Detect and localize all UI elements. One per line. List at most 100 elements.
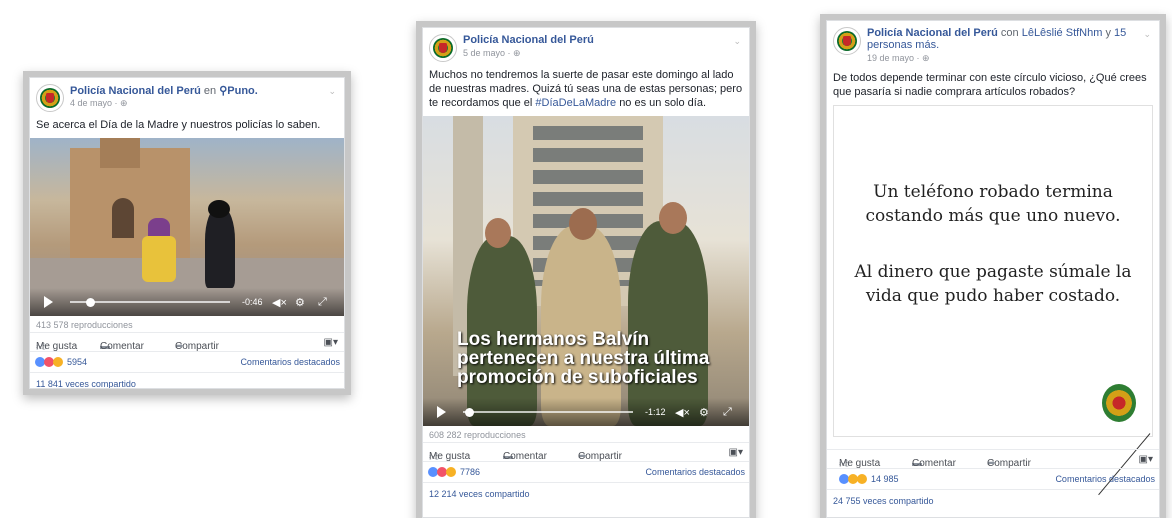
video-policeman-figure [205, 208, 235, 288]
quote-line-4: vida que pudo haber costado. [865, 286, 1121, 306]
page-name-link[interactable]: Policía Nacional del Perú [463, 34, 594, 46]
video-overlay-line-1: Los hermanos Balvín [457, 329, 650, 350]
video-woman-figure [148, 218, 170, 238]
quote-line-1: Un teléfono robado termina [873, 182, 1113, 202]
reactions-bar: 14 985 Comentarios destacados [827, 468, 1159, 489]
post-header: Policía Nacional del Perú 5 de mayo · ⊕ … [423, 28, 749, 66]
post-meta: 5 de mayo · ⊕ [463, 48, 521, 58]
video-progress-track[interactable] [463, 411, 633, 413]
post-date[interactable]: 19 de mayo [867, 53, 914, 63]
featured-comments-dropdown[interactable]: Comentarios destacados [645, 467, 745, 477]
connector-text-2: y [1105, 27, 1111, 39]
featured-comments-dropdown[interactable]: Comentarios destacados [1055, 474, 1155, 484]
video-progress-knob[interactable] [86, 298, 95, 307]
reactions-bar: 5954 Comentarios destacados [30, 351, 344, 372]
video-scene-doorway [112, 198, 134, 238]
video-player[interactable]: Los hermanos Balvín pertenecen a nuestra… [423, 116, 749, 426]
reaction-count[interactable]: 5954 [67, 357, 87, 367]
reactions-bar: 7786 Comentarios destacados [423, 461, 749, 482]
page-name-link[interactable]: Policía Nacional del Perú [70, 85, 201, 97]
post-card-2: Policía Nacional del Perú 5 de mayo · ⊕ … [422, 27, 750, 518]
video-face-left [485, 218, 511, 248]
post-meta: 19 de mayo · ⊕ [867, 53, 930, 63]
image-quote-bottom: Al dinero que pagaste súmale la vida que… [834, 260, 1152, 308]
video-woman-skirt [142, 236, 176, 282]
post-text: Se acerca el Día de la Madre y nuestros … [36, 119, 321, 131]
video-progress-knob[interactable] [465, 408, 474, 417]
wow-reaction-icon [857, 474, 867, 484]
haha-reaction-icon [446, 467, 456, 477]
post-header: Policía Nacional del Perú en ⚲Puno. 4 de… [30, 78, 344, 116]
video-overlay-line-2: pertenecen a nuestra última [457, 348, 710, 369]
quote-line-3: Al dinero que pagaste súmale la [854, 262, 1132, 282]
connector-text: en [203, 85, 217, 97]
action-bar: 👍︎ Me gusta ▬ Comentar ➦ Compartir ▣▾ [827, 449, 1159, 470]
page-name-link[interactable]: Policía Nacional del Perú [867, 27, 998, 39]
post-date[interactable]: 4 de mayo [70, 98, 112, 108]
post-author-line: Policía Nacional del Perú en ⚲Puno. [70, 84, 258, 97]
chevron-down-icon[interactable]: ⌄ [733, 36, 741, 47]
video-time: -1:12 [645, 407, 666, 417]
tagged-user-link[interactable]: LêLêslié StfNhm [1022, 27, 1103, 39]
globe-icon: ⊕ [513, 48, 521, 58]
hashtag-link[interactable]: #DíaDeLaMadre [535, 97, 616, 109]
video-player[interactable]: -0:46 ◀× ⚙ ⤢ [30, 138, 344, 316]
gear-icon[interactable]: ⚙ [699, 406, 709, 419]
video-soldier-right [628, 221, 708, 426]
reaction-count[interactable]: 14 985 [871, 474, 899, 484]
chevron-down-icon[interactable]: ⌄ [328, 86, 336, 97]
fullscreen-icon[interactable]: ⤢ [318, 296, 327, 309]
post-card-1: Policía Nacional del Perú en ⚲Puno. 4 de… [29, 77, 345, 389]
video-policeman-helmet [208, 200, 230, 218]
connector-text: con [1000, 27, 1019, 39]
fullscreen-icon[interactable]: ⤢ [723, 406, 732, 419]
page-avatar[interactable] [429, 34, 457, 62]
share-count[interactable]: 11 841 veces compartido [30, 372, 344, 388]
police-emblem-icon [1102, 384, 1136, 422]
video-overlay-line-3: promoción de suboficiales [457, 367, 698, 388]
video-face-right [659, 202, 687, 234]
post-author-line: Policía Nacional del Perú con LêLêslié S… [867, 27, 1127, 51]
globe-icon: ⊕ [120, 98, 128, 108]
video-face-center [569, 208, 597, 240]
police-shield-icon [843, 36, 851, 46]
page-selector-icon[interactable]: ▣▾ [1139, 454, 1153, 465]
location-link[interactable]: Puno. [227, 85, 258, 97]
post-card-3: Policía Nacional del Perú con LêLêslié S… [826, 20, 1160, 518]
page-selector-icon[interactable]: ▣▾ [324, 337, 338, 348]
page-avatar[interactable] [833, 27, 861, 55]
post-date[interactable]: 5 de mayo [463, 48, 505, 58]
post-body-end: no es un solo día. [619, 97, 707, 109]
featured-comments-dropdown[interactable]: Comentarios destacados [240, 357, 340, 367]
post-meta: 4 de mayo · ⊕ [70, 98, 128, 108]
post-text: De todos depende terminar con este círcu… [833, 72, 1147, 98]
chevron-down-icon[interactable]: ⌄ [1143, 29, 1151, 40]
play-icon[interactable] [437, 406, 446, 418]
action-bar: 👍︎ Me gusta ▬ Comentar ➦ Compartir ▣▾ [30, 332, 344, 353]
police-shield-icon [46, 93, 54, 103]
action-bar: 👍︎ Me gusta ▬ Comentar ➦ Compartir ▣▾ [423, 442, 749, 463]
post-image[interactable]: Un teléfono robado termina costando más … [833, 105, 1153, 496]
video-controls: -1:12 ◀× ⚙ ⤢ [423, 398, 749, 426]
video-time: -0:46 [242, 297, 263, 307]
gear-icon[interactable]: ⚙ [295, 296, 305, 309]
image-quote-top: Un teléfono robado termina costando más … [834, 180, 1152, 228]
share-count[interactable]: 24 755 veces compartido [827, 489, 1159, 512]
quote-line-2: costando más que uno nuevo. [865, 206, 1121, 226]
page-avatar[interactable] [36, 84, 64, 112]
video-officer-center [541, 226, 621, 426]
video-controls: -0:46 ◀× ⚙ ⤢ [30, 288, 344, 316]
share-count[interactable]: 12 214 veces compartido [423, 482, 749, 505]
mute-icon[interactable]: ◀× [272, 296, 287, 309]
view-count: 413 578 reproducciones [36, 320, 133, 330]
reaction-count[interactable]: 7786 [460, 467, 480, 477]
police-shield-icon [439, 43, 447, 53]
post-header: Policía Nacional del Perú con LêLêslié S… [827, 21, 1159, 69]
view-count: 608 282 reproducciones [429, 430, 526, 440]
post-text: Muchos no tendremos la suerte de pasar e… [423, 66, 749, 116]
globe-icon: ⊕ [922, 53, 930, 63]
play-icon[interactable] [44, 296, 53, 308]
mute-icon[interactable]: ◀× [675, 406, 690, 419]
haha-reaction-icon [53, 357, 63, 367]
page-selector-icon[interactable]: ▣▾ [729, 447, 743, 458]
